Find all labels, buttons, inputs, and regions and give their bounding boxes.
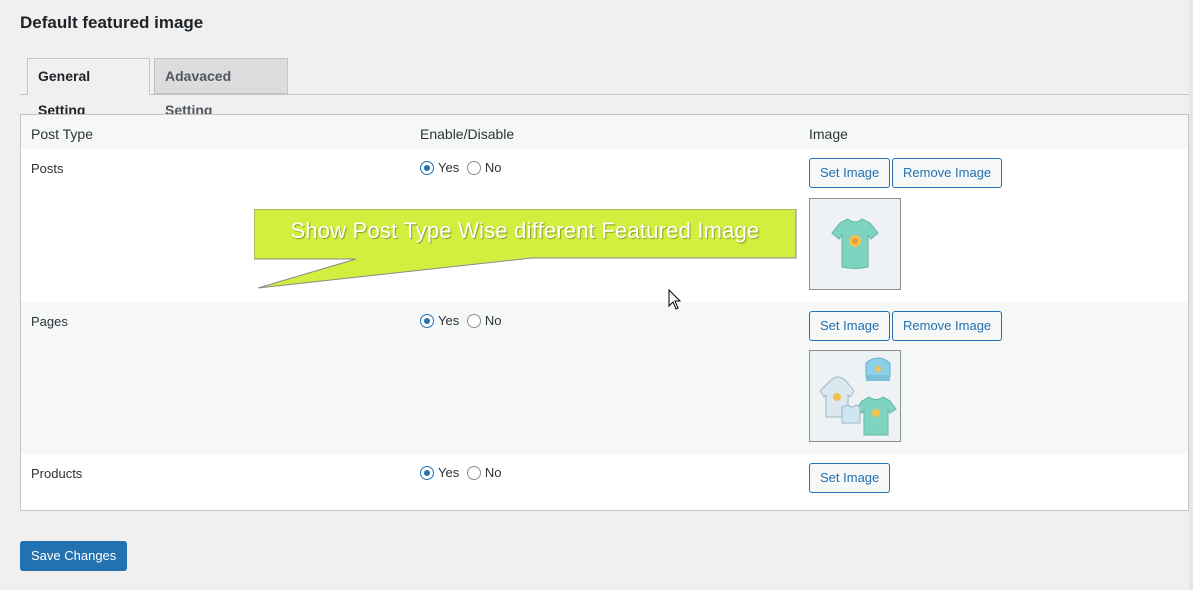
settings-tabs: General Setting Adavaced Setting [20, 58, 1189, 118]
apparel-set-icon [810, 351, 900, 441]
enable-radio-group-products: Yes No [420, 465, 505, 483]
enable-radio-group-pages: Yes No [420, 313, 505, 331]
radio-unchecked-icon[interactable] [466, 465, 481, 480]
tab-advanced-setting[interactable]: Adavaced Setting [154, 58, 288, 118]
tshirt-icon [810, 199, 900, 289]
radio-yes-posts[interactable]: Yes [420, 160, 459, 175]
radio-yes-products[interactable]: Yes [420, 465, 459, 480]
header-post-type: Post Type [31, 126, 94, 142]
radio-yes-pages[interactable]: Yes [420, 313, 459, 328]
radio-no-label: No [484, 313, 502, 328]
remove-image-button-pages[interactable]: Remove Image [892, 311, 1003, 341]
radio-no-posts[interactable]: No [466, 160, 502, 175]
table-header: Post Type Enable/Disable Image [21, 115, 1188, 149]
set-image-button-posts[interactable]: Set Image [809, 158, 891, 188]
radio-yes-label: Yes [438, 160, 460, 175]
table-row-pages: Pages Yes No Set Image Remove Image [21, 302, 1188, 454]
radio-no-label: No [484, 465, 502, 480]
radio-yes-label: Yes [438, 313, 460, 328]
mouse-cursor-icon [668, 289, 682, 310]
row-label-pages: Pages [31, 314, 68, 329]
table-row-products: Products Yes No Set Image [21, 454, 1188, 510]
set-image-button-pages[interactable]: Set Image [809, 311, 891, 341]
save-changes-button[interactable]: Save Changes [20, 541, 128, 571]
radio-no-label: No [484, 160, 502, 175]
header-enable-disable: Enable/Disable [420, 126, 515, 142]
radio-no-pages[interactable]: No [466, 313, 502, 328]
tab-general-setting[interactable]: General Setting [27, 58, 150, 118]
radio-unchecked-icon[interactable] [466, 313, 481, 328]
remove-image-button-posts[interactable]: Remove Image [892, 158, 1003, 188]
radio-yes-label: Yes [438, 465, 460, 480]
page-title: Default featured image [20, 13, 204, 32]
header-image: Image [809, 126, 848, 142]
scrollbar[interactable] [1189, 0, 1193, 590]
radio-checked-icon[interactable] [420, 313, 434, 328]
post-type-settings-table: Post Type Enable/Disable Image Posts Yes… [20, 114, 1189, 511]
enable-radio-group-posts: Yes No [420, 160, 505, 178]
set-image-button-products[interactable]: Set Image [809, 463, 891, 493]
row-label-posts: Posts [31, 161, 64, 176]
featured-image-thumbnail-posts [809, 198, 901, 290]
radio-no-products[interactable]: No [466, 465, 502, 480]
radio-checked-icon[interactable] [420, 465, 434, 480]
radio-checked-icon[interactable] [420, 160, 434, 175]
row-label-products: Products [31, 466, 83, 481]
radio-unchecked-icon[interactable] [466, 160, 481, 175]
feature-callout: Show Post Type Wise different Featured I… [254, 209, 798, 291]
featured-image-thumbnail-pages [809, 350, 901, 442]
callout-text: Show Post Type Wise different Featured I… [290, 218, 760, 243]
